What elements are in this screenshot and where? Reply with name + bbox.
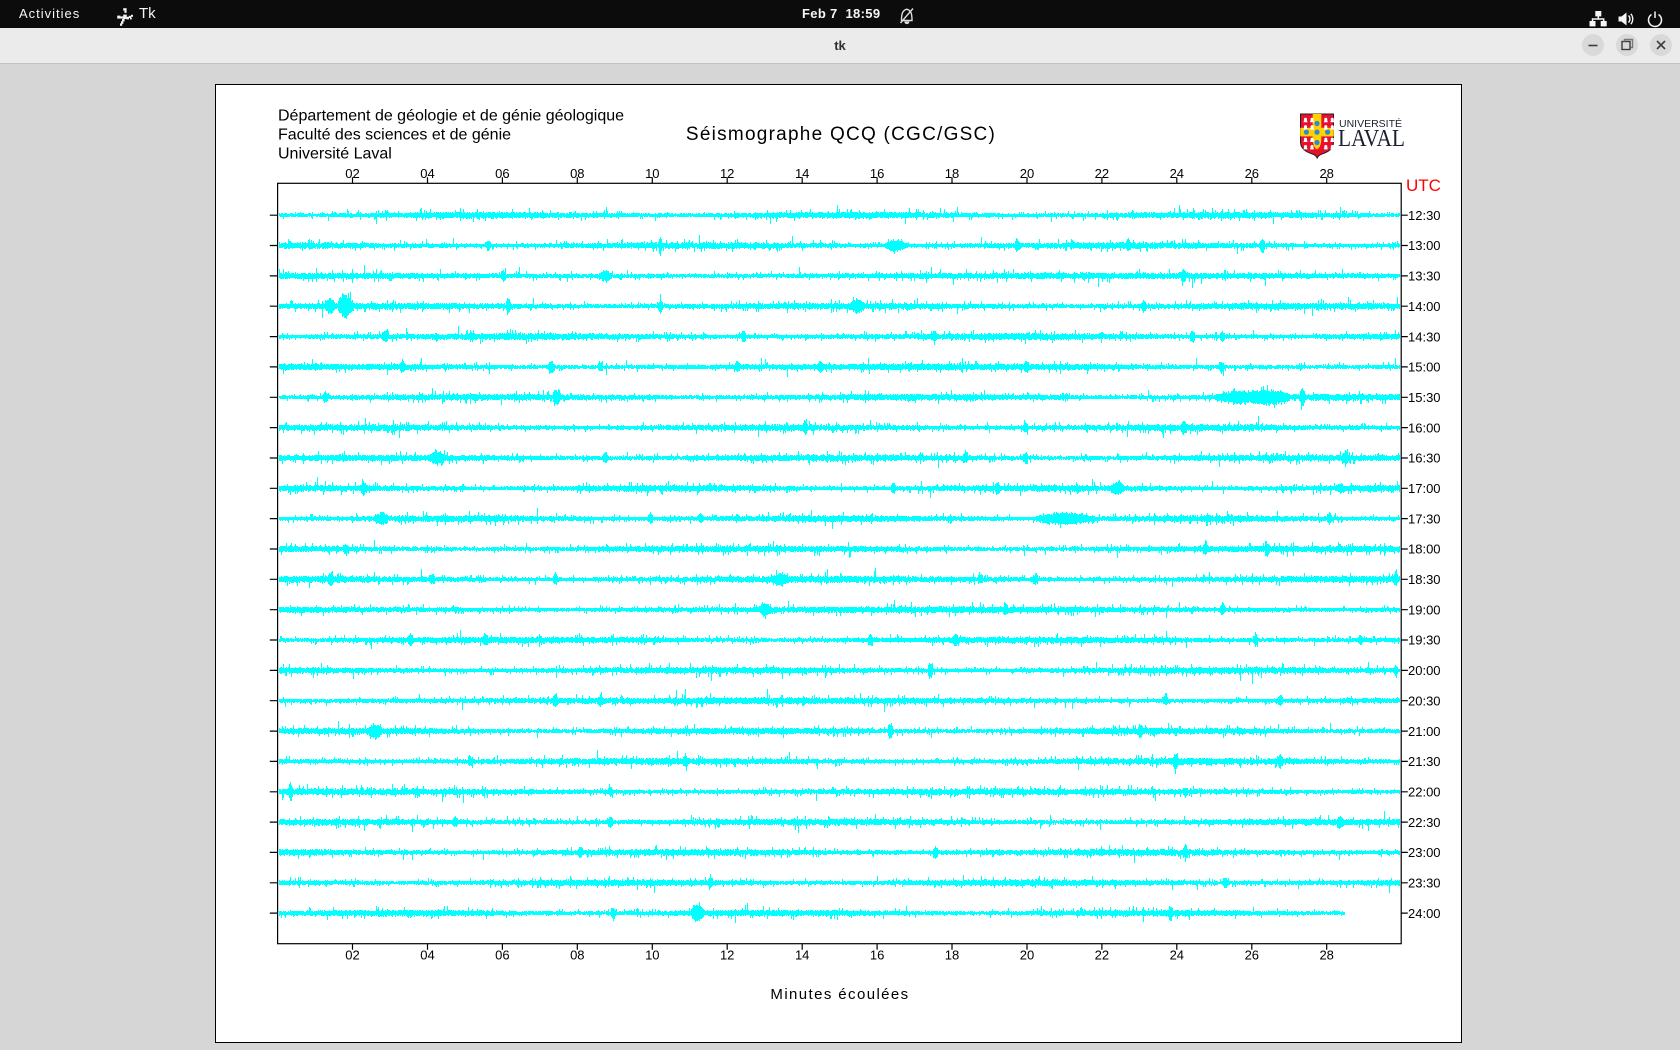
svg-text:16:00: 16:00 bbox=[1408, 420, 1441, 435]
svg-text:06: 06 bbox=[495, 948, 509, 963]
svg-text:04: 04 bbox=[420, 166, 434, 181]
svg-text:12:30: 12:30 bbox=[1408, 208, 1441, 223]
svg-text:21:00: 21:00 bbox=[1408, 724, 1441, 739]
svg-text:14:00: 14:00 bbox=[1408, 299, 1441, 314]
svg-text:28: 28 bbox=[1319, 948, 1333, 963]
svg-text:Département de géologie et de: Département de géologie et de génie géol… bbox=[278, 107, 624, 124]
svg-text:28: 28 bbox=[1319, 166, 1333, 181]
svg-text:Faculté des sciences et de gén: Faculté des sciences et de génie bbox=[278, 127, 511, 144]
svg-text:18:30: 18:30 bbox=[1408, 572, 1441, 587]
svg-text:15:00: 15:00 bbox=[1408, 360, 1441, 375]
svg-text:14: 14 bbox=[795, 948, 809, 963]
svg-text:18: 18 bbox=[945, 948, 959, 963]
svg-text:12: 12 bbox=[720, 166, 734, 181]
svg-text:02: 02 bbox=[345, 166, 359, 181]
svg-text:20:00: 20:00 bbox=[1408, 663, 1441, 678]
svg-text:22:00: 22:00 bbox=[1408, 785, 1441, 800]
svg-text:24: 24 bbox=[1170, 948, 1184, 963]
svg-text:26: 26 bbox=[1245, 166, 1259, 181]
svg-text:04: 04 bbox=[420, 948, 434, 963]
svg-text:18:00: 18:00 bbox=[1408, 542, 1441, 557]
svg-text:02: 02 bbox=[345, 948, 359, 963]
svg-text:21:30: 21:30 bbox=[1408, 754, 1441, 769]
svg-text:22: 22 bbox=[1095, 166, 1109, 181]
svg-text:20: 20 bbox=[1020, 166, 1034, 181]
svg-text:26: 26 bbox=[1245, 948, 1259, 963]
svg-text:20: 20 bbox=[1020, 948, 1034, 963]
svg-text:17:00: 17:00 bbox=[1408, 481, 1441, 496]
svg-text:LAVAL: LAVAL bbox=[1338, 126, 1405, 152]
svg-text:15:30: 15:30 bbox=[1408, 390, 1441, 405]
svg-text:Minutes écoulées: Minutes écoulées bbox=[770, 986, 909, 1003]
svg-text:22: 22 bbox=[1095, 948, 1109, 963]
svg-text:10: 10 bbox=[645, 166, 659, 181]
svg-text:20:30: 20:30 bbox=[1408, 693, 1441, 708]
svg-text:19:30: 19:30 bbox=[1408, 633, 1441, 648]
svg-text:08: 08 bbox=[570, 166, 584, 181]
svg-text:UTC: UTC bbox=[1406, 176, 1441, 195]
svg-text:12: 12 bbox=[720, 948, 734, 963]
svg-text:19:00: 19:00 bbox=[1408, 602, 1441, 617]
svg-text:24: 24 bbox=[1170, 166, 1184, 181]
svg-text:14:30: 14:30 bbox=[1408, 329, 1441, 344]
svg-text:Séismographe QCQ (CGC/GSC): Séismographe QCQ (CGC/GSC) bbox=[686, 124, 996, 145]
svg-text:24:00: 24:00 bbox=[1408, 906, 1441, 921]
svg-text:16: 16 bbox=[870, 166, 884, 181]
svg-text:Université Laval: Université Laval bbox=[278, 146, 392, 163]
svg-text:14: 14 bbox=[795, 166, 809, 181]
svg-text:23:00: 23:00 bbox=[1408, 845, 1441, 860]
svg-text:16: 16 bbox=[870, 948, 884, 963]
svg-text:22:30: 22:30 bbox=[1408, 815, 1441, 830]
svg-text:06: 06 bbox=[495, 166, 509, 181]
svg-text:17:30: 17:30 bbox=[1408, 511, 1441, 526]
svg-text:16:30: 16:30 bbox=[1408, 451, 1441, 466]
svg-text:08: 08 bbox=[570, 948, 584, 963]
svg-text:23:30: 23:30 bbox=[1408, 876, 1441, 891]
svg-text:10: 10 bbox=[645, 948, 659, 963]
svg-text:13:30: 13:30 bbox=[1408, 269, 1441, 284]
svg-text:18: 18 bbox=[945, 166, 959, 181]
svg-text:13:00: 13:00 bbox=[1408, 238, 1441, 253]
